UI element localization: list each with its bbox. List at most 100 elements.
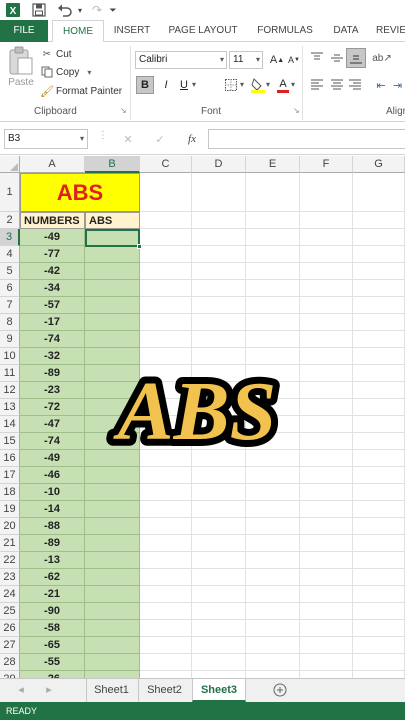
cell[interactable] — [300, 212, 353, 229]
abs-result-cell[interactable] — [85, 620, 140, 637]
cell[interactable] — [140, 212, 192, 229]
cell[interactable] — [192, 671, 246, 678]
cell[interactable] — [192, 314, 246, 331]
row-header[interactable]: 22 — [0, 552, 20, 569]
number-cell[interactable]: -13 — [20, 552, 85, 569]
cell[interactable] — [140, 535, 192, 552]
abs-result-cell[interactable] — [85, 535, 140, 552]
cell[interactable] — [140, 637, 192, 654]
number-cell[interactable]: -55 — [20, 654, 85, 671]
column-header-d[interactable]: D — [192, 156, 246, 173]
add-sheet-button[interactable] — [270, 679, 290, 702]
cell[interactable] — [353, 433, 405, 450]
cell[interactable] — [246, 518, 300, 535]
cell[interactable] — [300, 552, 353, 569]
cell[interactable] — [300, 173, 353, 212]
cell[interactable] — [300, 535, 353, 552]
abs-result-cell[interactable] — [85, 280, 140, 297]
dialog-launcher-icon[interactable]: ↘ — [120, 106, 127, 115]
cell[interactable] — [246, 671, 300, 678]
number-cell[interactable]: -21 — [20, 586, 85, 603]
column-header-f[interactable]: F — [300, 156, 353, 173]
cell[interactable] — [300, 365, 353, 382]
number-cell[interactable]: -74 — [20, 331, 85, 348]
cell[interactable] — [353, 246, 405, 263]
cell[interactable] — [192, 467, 246, 484]
cell[interactable] — [300, 433, 353, 450]
sheet-tab-sheet1[interactable]: Sheet1 — [86, 679, 136, 702]
cell[interactable] — [300, 280, 353, 297]
column-header-g[interactable]: G — [353, 156, 405, 173]
cell[interactable] — [353, 450, 405, 467]
cell[interactable] — [192, 173, 246, 212]
number-cell[interactable]: -72 — [20, 399, 85, 416]
number-cell[interactable]: -89 — [20, 365, 85, 382]
customize-toolbar-icon[interactable]: ⏷ — [108, 2, 118, 18]
abs-result-cell[interactable] — [85, 603, 140, 620]
cell[interactable] — [353, 518, 405, 535]
row-header[interactable]: 11 — [0, 365, 20, 382]
number-cell[interactable]: -10 — [20, 484, 85, 501]
row-header[interactable]: 23 — [0, 569, 20, 586]
number-cell[interactable]: -90 — [20, 603, 85, 620]
scroll-right-icon[interactable]: ▸ — [42, 679, 56, 702]
cell[interactable] — [353, 229, 405, 246]
cell[interactable] — [246, 569, 300, 586]
cell[interactable] — [300, 314, 353, 331]
formula-input[interactable] — [208, 129, 405, 149]
abs-result-cell[interactable] — [85, 246, 140, 263]
font-color-icon[interactable]: A — [276, 76, 290, 94]
cell[interactable] — [192, 569, 246, 586]
cell[interactable] — [192, 654, 246, 671]
cell[interactable] — [140, 654, 192, 671]
cell[interactable] — [192, 535, 246, 552]
cell[interactable] — [140, 280, 192, 297]
row-header[interactable]: 15 — [0, 433, 20, 450]
save-icon[interactable] — [30, 2, 48, 18]
fill-handle[interactable] — [137, 244, 142, 249]
resize-handle-icon[interactable]: ⋮ — [98, 130, 108, 141]
abs-result-cell[interactable] — [85, 569, 140, 586]
cell[interactable] — [140, 229, 192, 246]
number-cell[interactable]: -17 — [20, 314, 85, 331]
column-header-c[interactable]: C — [140, 156, 192, 173]
abs-result-cell[interactable] — [85, 654, 140, 671]
cell[interactable] — [246, 331, 300, 348]
column-header-b[interactable]: B — [85, 156, 140, 173]
align-center-icon[interactable] — [328, 77, 346, 93]
header-cell-numbers[interactable]: NUMBERS — [20, 212, 85, 229]
chevron-down-icon[interactable]: ▾ — [240, 80, 244, 89]
underline-button[interactable]: U — [176, 76, 192, 94]
cell[interactable] — [246, 297, 300, 314]
chevron-down-icon[interactable]: ▾ — [87, 68, 91, 77]
number-cell[interactable]: -77 — [20, 246, 85, 263]
abs-result-cell[interactable] — [85, 518, 140, 535]
cell[interactable] — [192, 637, 246, 654]
cell[interactable] — [140, 501, 192, 518]
title-cell[interactable]: ABS — [20, 173, 140, 212]
row-header[interactable]: 13 — [0, 399, 20, 416]
cell[interactable] — [300, 416, 353, 433]
cell[interactable] — [300, 331, 353, 348]
cell[interactable] — [192, 212, 246, 229]
undo-icon[interactable] — [54, 2, 76, 18]
number-cell[interactable]: -47 — [20, 416, 85, 433]
cell[interactable] — [140, 620, 192, 637]
cell[interactable] — [353, 297, 405, 314]
format-painter-button[interactable]: 🖌 Format Painter — [40, 83, 122, 99]
number-cell[interactable]: -32 — [20, 348, 85, 365]
cell[interactable] — [246, 314, 300, 331]
row-header[interactable]: 4 — [0, 246, 20, 263]
row-header[interactable]: 5 — [0, 263, 20, 280]
row-header[interactable]: 14 — [0, 416, 20, 433]
cell[interactable] — [246, 552, 300, 569]
cell[interactable] — [246, 501, 300, 518]
fill-color-icon[interactable] — [250, 76, 266, 94]
cell[interactable] — [192, 263, 246, 280]
cell[interactable] — [300, 246, 353, 263]
undo-dropdown-icon[interactable]: ▾ — [76, 2, 84, 18]
scroll-left-icon[interactable]: ◂ — [14, 679, 28, 702]
cell[interactable] — [353, 552, 405, 569]
cell[interactable] — [140, 569, 192, 586]
row-header[interactable]: 20 — [0, 518, 20, 535]
